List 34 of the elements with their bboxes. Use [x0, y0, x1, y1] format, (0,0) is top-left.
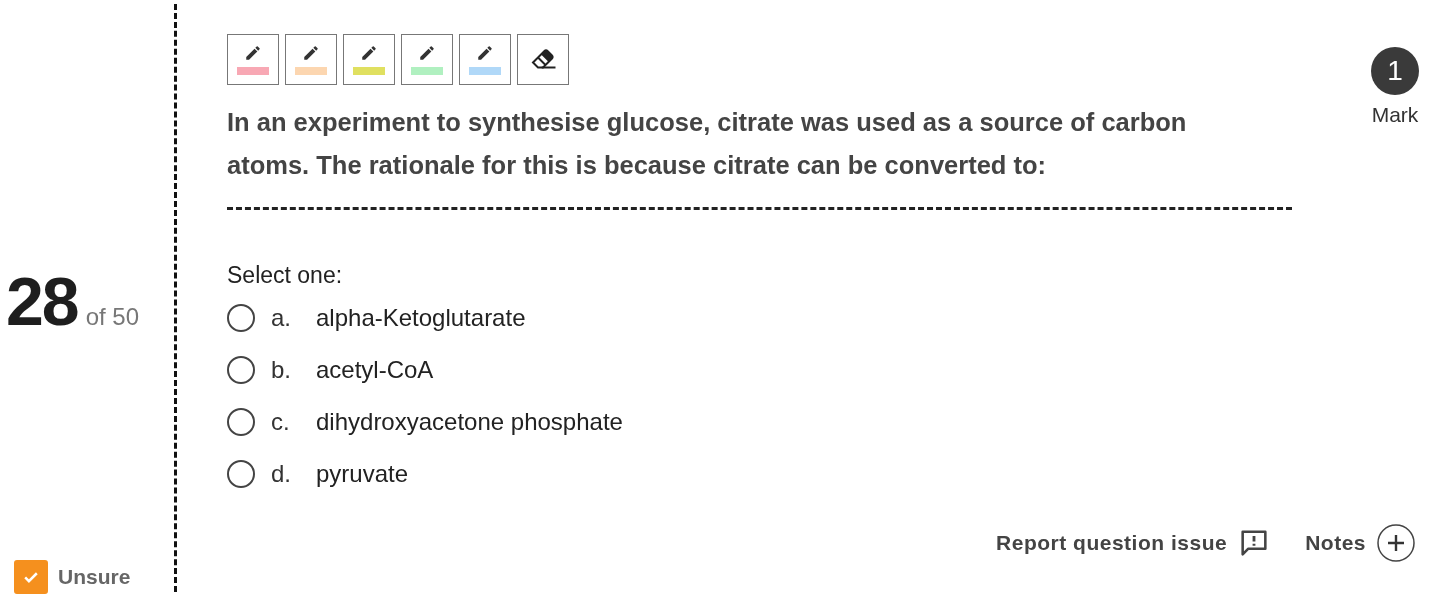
question-total: of 50 — [85, 303, 140, 331]
highlighter-button[interactable] — [227, 34, 279, 85]
report-issue-button[interactable]: Report question issue — [996, 523, 1272, 563]
select-prompt: Select one: — [227, 262, 344, 289]
radio-button[interactable] — [227, 460, 255, 488]
option-text[interactable]: acetyl-CoA — [316, 356, 434, 384]
question-text: In an experiment to synthesise glucose, citrate was used as a source of carbon atoms. The rationale for this is because citrate can be converted to: — [227, 107, 1188, 181]
unsure-label: Unsure — [58, 565, 131, 589]
radio-button[interactable] — [227, 356, 255, 384]
highlighter-button[interactable] — [343, 34, 395, 85]
eraser-button[interactable] — [517, 34, 569, 85]
highlighter-button[interactable] — [401, 34, 453, 85]
highlighter-button[interactable] — [459, 34, 511, 85]
highlighter-button[interactable] — [285, 34, 337, 85]
pencil-icon — [476, 44, 494, 62]
question-number: 28 — [6, 262, 78, 340]
option-text[interactable]: pyruvate — [316, 460, 409, 488]
unsure-checkbox[interactable] — [14, 560, 48, 594]
mark-label: Mark — [1371, 103, 1419, 127]
pencil-icon — [418, 44, 436, 62]
option-text[interactable]: dihydroxyacetone phosphate — [316, 408, 623, 436]
option-letter: b. — [271, 356, 292, 384]
option-letter: c. — [271, 408, 291, 436]
pencil-icon — [302, 44, 320, 62]
pencil-icon — [244, 44, 262, 62]
pencil-icon — [360, 44, 378, 62]
option-text[interactable]: alpha-Ketoglutarate — [316, 304, 526, 332]
radio-button[interactable] — [227, 408, 255, 436]
plus-circle-icon — [1376, 523, 1416, 563]
notes-button[interactable]: Notes — [1305, 523, 1416, 563]
option-letter: d. — [271, 460, 292, 488]
radio-button[interactable] — [227, 304, 255, 332]
option-letter: a. — [271, 304, 292, 332]
mark-badge: 1 — [1371, 47, 1419, 95]
